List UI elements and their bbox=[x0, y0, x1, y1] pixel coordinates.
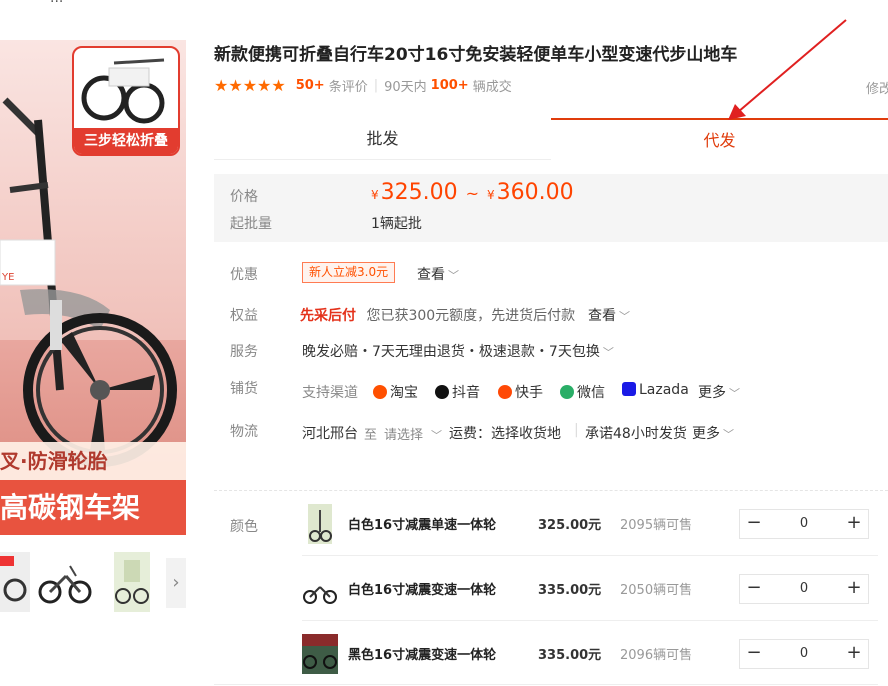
sku-price: 335.00元 bbox=[538, 648, 602, 663]
thumbnail-3[interactable] bbox=[114, 552, 150, 612]
increase-button[interactable]: + bbox=[840, 510, 868, 538]
moq-value: 1辆起批 bbox=[371, 216, 422, 232]
pay-later-label: 先采后付 bbox=[300, 308, 356, 324]
decrease-button[interactable]: − bbox=[740, 510, 768, 538]
sku-price: 325.00元 bbox=[538, 518, 602, 533]
channel-wechat[interactable]: 微信 bbox=[560, 382, 605, 402]
service-label: 服务 bbox=[230, 344, 258, 360]
sku-row: 白色16寸减震变速一体轮 335.00元 2050辆可售 − 0 + bbox=[302, 557, 878, 621]
quantity-stepper: − 0 + bbox=[739, 574, 869, 604]
offers-label: 优惠 bbox=[230, 267, 258, 283]
channels-label: 铺货 bbox=[230, 381, 258, 397]
wechat-icon bbox=[560, 385, 574, 399]
rating-row: ★★★★★ 50+ 条评价 | 90天内 100+ 辆成交 bbox=[214, 75, 512, 95]
sku-thumbnail[interactable] bbox=[302, 569, 338, 609]
top-nav-item[interactable]: ... bbox=[50, 0, 63, 6]
benefits-text: 先采后付 您已获300元额度，先进货后付款 bbox=[300, 308, 576, 324]
quantity-input[interactable]: 0 bbox=[768, 510, 840, 538]
fold-feature-badge: 三步轻松折叠 bbox=[72, 46, 180, 156]
main-product-image[interactable]: YE 三步轻松折叠 叉·防滑轮胎 高碳钢车架 bbox=[0, 40, 186, 535]
price-min: 325.00 bbox=[380, 180, 458, 205]
channel-douyin[interactable]: 抖音 bbox=[435, 382, 480, 402]
coupon-badge[interactable]: 新人立减3.0元 bbox=[302, 262, 396, 283]
kuaishou-icon bbox=[498, 385, 512, 399]
moq-label: 起批量 bbox=[230, 216, 272, 232]
tab-dropship[interactable]: 代发 bbox=[551, 118, 888, 160]
thumbnail-strip: › bbox=[0, 552, 186, 614]
thumbnail-next-arrow-icon[interactable]: › bbox=[166, 558, 186, 608]
svg-text:YE: YE bbox=[1, 272, 14, 283]
tab-wholesale[interactable]: 批发 bbox=[214, 118, 551, 160]
channels-intro: 支持渠道 bbox=[302, 385, 358, 401]
quantity-input[interactable]: 0 bbox=[768, 575, 840, 603]
divider bbox=[214, 490, 888, 491]
period-label: 90天内 bbox=[384, 79, 427, 95]
sku-thumbnail[interactable] bbox=[302, 634, 338, 674]
logistics-label: 物流 bbox=[230, 424, 258, 440]
chevron-down-icon: ﹀ bbox=[431, 429, 443, 442]
destination-select[interactable]: 请选择 ﹀ bbox=[384, 424, 442, 443]
offers-view-link[interactable]: 查看 ﹀ bbox=[417, 264, 459, 284]
review-label[interactable]: 条评价 bbox=[329, 76, 368, 95]
thumbnail-2[interactable] bbox=[36, 552, 92, 612]
chevron-down-icon: ﹀ bbox=[729, 387, 740, 400]
edit-link[interactable]: 修改 bbox=[866, 78, 888, 97]
shipping-promise: 承诺48小时发货 bbox=[585, 426, 687, 442]
sold-count: 100+ bbox=[430, 77, 469, 93]
quantity-input[interactable]: 0 bbox=[768, 640, 840, 668]
sku-row: 白色16寸减震单速一体轮 325.00元 2095辆可售 − 0 + bbox=[302, 492, 878, 556]
price-max: 360.00 bbox=[496, 180, 574, 205]
sku-price: 335.00元 bbox=[538, 583, 602, 598]
sku-stock: 2095辆可售 bbox=[620, 518, 693, 533]
chevron-down-icon: ﹀ bbox=[723, 428, 734, 441]
channel-kuaishou[interactable]: 快手 bbox=[498, 382, 543, 402]
rating-stars-icon: ★★★★★ bbox=[214, 75, 286, 95]
quantity-stepper: − 0 + bbox=[739, 509, 869, 539]
logistics-more[interactable]: 更多 ﹀ bbox=[692, 423, 734, 443]
benefits-view-link[interactable]: 查看 ﹀ bbox=[588, 305, 630, 325]
channels-more[interactable]: 更多 ﹀ bbox=[698, 382, 740, 402]
chevron-down-icon: ﹀ bbox=[619, 310, 630, 323]
chevron-down-icon: ﹀ bbox=[448, 269, 459, 282]
price-range: ¥ 325.00 ~ ¥ 360.00 bbox=[371, 180, 574, 205]
decrease-button[interactable]: − bbox=[740, 575, 768, 603]
service-text[interactable]: 晚发必赔・7天无理由退货・极速退款・7天包换 ﹀ bbox=[302, 341, 614, 361]
sku-stock: 2050辆可售 bbox=[620, 583, 693, 598]
freight-info: 运费：选择收货地 bbox=[449, 426, 561, 442]
channel-taobao[interactable]: 淘宝 bbox=[373, 382, 418, 402]
sku-color-label: 颜色 bbox=[230, 519, 258, 535]
benefits-label: 权益 bbox=[230, 308, 258, 324]
top-nav: ... bbox=[0, 0, 888, 10]
decrease-button[interactable]: − bbox=[740, 640, 768, 668]
douyin-icon bbox=[435, 385, 449, 399]
taobao-icon bbox=[373, 385, 387, 399]
purchase-mode-tabs: 批发 代发 bbox=[214, 118, 888, 160]
sku-thumbnail[interactable] bbox=[308, 504, 332, 544]
chevron-down-icon: ﹀ bbox=[602, 346, 614, 359]
product-title: 新款便携可折叠自行车20寸16寸免安装轻便单车小型变速代步山地车 bbox=[214, 45, 738, 65]
folded-bike-icon bbox=[81, 58, 165, 124]
channel-lazada[interactable]: Lazada bbox=[622, 382, 689, 398]
review-count[interactable]: 50+ bbox=[296, 78, 325, 93]
price-label: 价格 bbox=[230, 189, 258, 205]
divider bbox=[214, 684, 878, 685]
ship-from: 河北邢台 bbox=[302, 426, 358, 442]
quantity-stepper: − 0 + bbox=[739, 639, 869, 669]
sku-stock: 2096辆可售 bbox=[620, 648, 693, 663]
price-box: 价格 ¥ 325.00 ~ ¥ 360.00 起批量 1辆起批 bbox=[214, 174, 888, 242]
fold-badge-label: 三步轻松折叠 bbox=[74, 128, 178, 154]
increase-button[interactable]: + bbox=[840, 575, 868, 603]
sku-name: 白色16寸减震单速一体轮 bbox=[348, 518, 497, 533]
sku-name: 黑色16寸减震变速一体轮 bbox=[348, 648, 497, 663]
sold-label: 辆成交 bbox=[472, 79, 512, 95]
promo-text-frame: 高碳钢车架 bbox=[0, 480, 186, 535]
sku-row: 黑色16寸减震变速一体轮 335.00元 2096辆可售 − 0 + bbox=[302, 622, 878, 686]
lazada-icon bbox=[622, 382, 636, 396]
sku-name: 白色16寸减震变速一体轮 bbox=[348, 583, 497, 598]
promo-text-tire: 叉·防滑轮胎 bbox=[0, 442, 186, 480]
increase-button[interactable]: + bbox=[840, 640, 868, 668]
thumbnail-1[interactable] bbox=[0, 552, 30, 612]
